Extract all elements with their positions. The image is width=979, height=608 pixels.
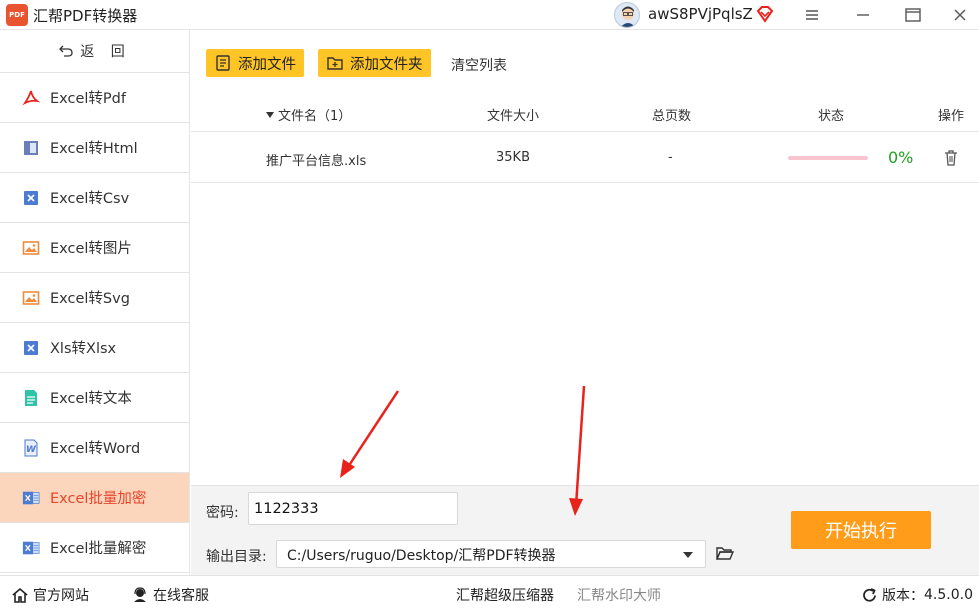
- password-label: 密码:: [206, 505, 239, 521]
- user-avatar[interactable]: [614, 2, 640, 28]
- online-support-link[interactable]: 在线客服: [131, 585, 209, 605]
- sidebar-item-label: Excel转Pdf: [50, 91, 126, 107]
- clear-list-button[interactable]: 清空列表: [451, 55, 507, 75]
- sidebar-item-label: Excel转图片: [50, 241, 132, 257]
- online-support-label: 在线客服: [153, 588, 209, 604]
- excel-lock-icon: [22, 489, 40, 507]
- chevron-down-icon: [683, 552, 693, 558]
- sidebar-item-label: Excel转Word: [50, 441, 141, 457]
- app-title: 汇帮PDF转换器: [33, 7, 138, 25]
- sidebar-item-excel-to-text[interactable]: Excel转文本: [0, 373, 189, 423]
- column-size-label: 文件大小: [487, 109, 540, 124]
- table-row[interactable]: 推广平台信息.xls 35KB - 0%: [191, 133, 979, 183]
- add-file-label: 添加文件: [238, 56, 296, 73]
- sidebar-item-label: Excel转Svg: [50, 291, 130, 307]
- headset-icon: [134, 587, 146, 602]
- column-pages-label: 总页数: [652, 109, 692, 124]
- column-status-label: 状态: [818, 109, 845, 124]
- watermark-link[interactable]: 汇帮水印大师: [577, 585, 661, 605]
- sidebar-item-label: Excel转文本: [50, 391, 132, 407]
- sidebar-item-excel-to-svg[interactable]: Excel转Svg: [0, 273, 189, 323]
- progress-bar: [788, 156, 868, 160]
- file-table-header: 文件名（1） 文件大小 总页数 状态 操作: [191, 94, 979, 132]
- menu-button[interactable]: [789, 0, 835, 30]
- html-icon: [22, 139, 40, 157]
- add-file-button[interactable]: 添加文件: [206, 49, 304, 77]
- back-button[interactable]: 返 回: [0, 30, 189, 73]
- password-input[interactable]: [248, 492, 458, 525]
- minimize-button[interactable]: [840, 0, 886, 30]
- sidebar-item-label: Excel转Csv: [50, 191, 130, 207]
- sidebar-item-excel-batch-encrypt[interactable]: Excel批量加密: [0, 473, 189, 523]
- sidebar-item-label: Excel批量解密: [50, 541, 147, 557]
- title-bar: PDF 汇帮PDF转换器 awS8PVjPqlsZ: [0, 0, 979, 30]
- sidebar-item-excel-to-html[interactable]: Excel转Html: [0, 123, 189, 173]
- hamburger-icon: [806, 10, 818, 20]
- footer-bar: 官方网站 在线客服 汇帮超级压缩器 汇帮水印大师 版本： 4.5.0.0: [0, 575, 979, 608]
- output-dir-label: 输出目录:: [206, 549, 267, 565]
- app-logo: PDF: [6, 4, 28, 26]
- sidebar-item-excel-to-word[interactable]: W Excel转Word: [0, 423, 189, 473]
- close-icon: [954, 9, 966, 21]
- excel-unlock-icon: [22, 539, 40, 557]
- add-folder-label: 添加文件夹: [350, 56, 423, 73]
- sidebar-item-excel-to-image[interactable]: Excel转图片: [0, 223, 189, 273]
- home-icon: [12, 587, 28, 603]
- back-label: 返 回: [80, 44, 131, 60]
- file-size: 35KB: [496, 150, 530, 165]
- output-dir-value: C:/Users/ruguo/Desktop/汇帮PDF转换器: [287, 548, 556, 564]
- folder-open-icon[interactable]: [715, 543, 735, 563]
- version-number: 4.5.0.0: [924, 587, 973, 603]
- sort-name-header[interactable]: 文件名（1）: [266, 105, 351, 124]
- official-website-link[interactable]: 官方网站: [11, 585, 89, 605]
- sort-desc-icon: [266, 112, 274, 118]
- image-icon: [22, 289, 40, 307]
- sidebar-item-excel-batch-decrypt[interactable]: Excel批量解密: [0, 523, 189, 573]
- refresh-icon: [863, 587, 876, 602]
- sidebar-item-label: Excel转Html: [50, 141, 138, 157]
- word-icon: W: [22, 439, 40, 457]
- start-button[interactable]: 开始执行: [791, 511, 931, 549]
- sidebar-item-xls-to-xlsx[interactable]: Xls转Xlsx: [0, 323, 189, 373]
- version-info[interactable]: 版本： 4.5.0.0: [861, 585, 973, 605]
- pdf-icon: [22, 89, 40, 107]
- settings-panel: 密码: 输出目录: C:/Users/ruguo/Desktop/汇帮PDF转换…: [191, 485, 979, 575]
- file-name: 推广平台信息.xls: [266, 154, 367, 169]
- sidebar-item-excel-to-csv[interactable]: Excel转Csv: [0, 173, 189, 223]
- image-icon: [22, 239, 40, 257]
- back-arrow-icon: [59, 45, 73, 57]
- text-icon: [22, 389, 40, 407]
- compressor-link[interactable]: 汇帮超级压缩器: [456, 585, 554, 605]
- official-website-label: 官方网站: [33, 588, 89, 604]
- sidebar: 返 回 Excel转Pdf Excel转Html Excel转Csv Excel…: [0, 30, 190, 575]
- add-folder-button[interactable]: 添加文件夹: [318, 49, 431, 77]
- minimize-icon: [857, 14, 869, 16]
- close-button[interactable]: [937, 0, 979, 30]
- sidebar-item-label: Xls转Xlsx: [50, 341, 117, 357]
- sidebar-item-label: Excel批量加密: [50, 491, 147, 507]
- maximize-icon: [905, 8, 921, 22]
- column-action-label: 操作: [938, 109, 965, 124]
- add-file-icon: [216, 55, 230, 71]
- progress-percent: 0%: [888, 148, 914, 167]
- username[interactable]: awS8PVjPqlsZ: [648, 5, 753, 23]
- vip-diamond-icon[interactable]: [755, 4, 775, 24]
- svg-text:W: W: [26, 445, 37, 455]
- output-dir-select[interactable]: C:/Users/ruguo/Desktop/汇帮PDF转换器: [276, 540, 706, 568]
- add-folder-icon: [327, 57, 343, 70]
- file-pages: -: [668, 150, 673, 165]
- column-name-label: 文件名（1）: [278, 109, 352, 124]
- version-label: 版本：: [882, 588, 924, 604]
- trash-icon[interactable]: [943, 149, 959, 167]
- sidebar-item-excel-to-pdf[interactable]: Excel转Pdf: [0, 73, 189, 123]
- maximize-button[interactable]: [890, 0, 936, 30]
- excel-icon: [22, 339, 40, 357]
- excel-icon: [22, 189, 40, 207]
